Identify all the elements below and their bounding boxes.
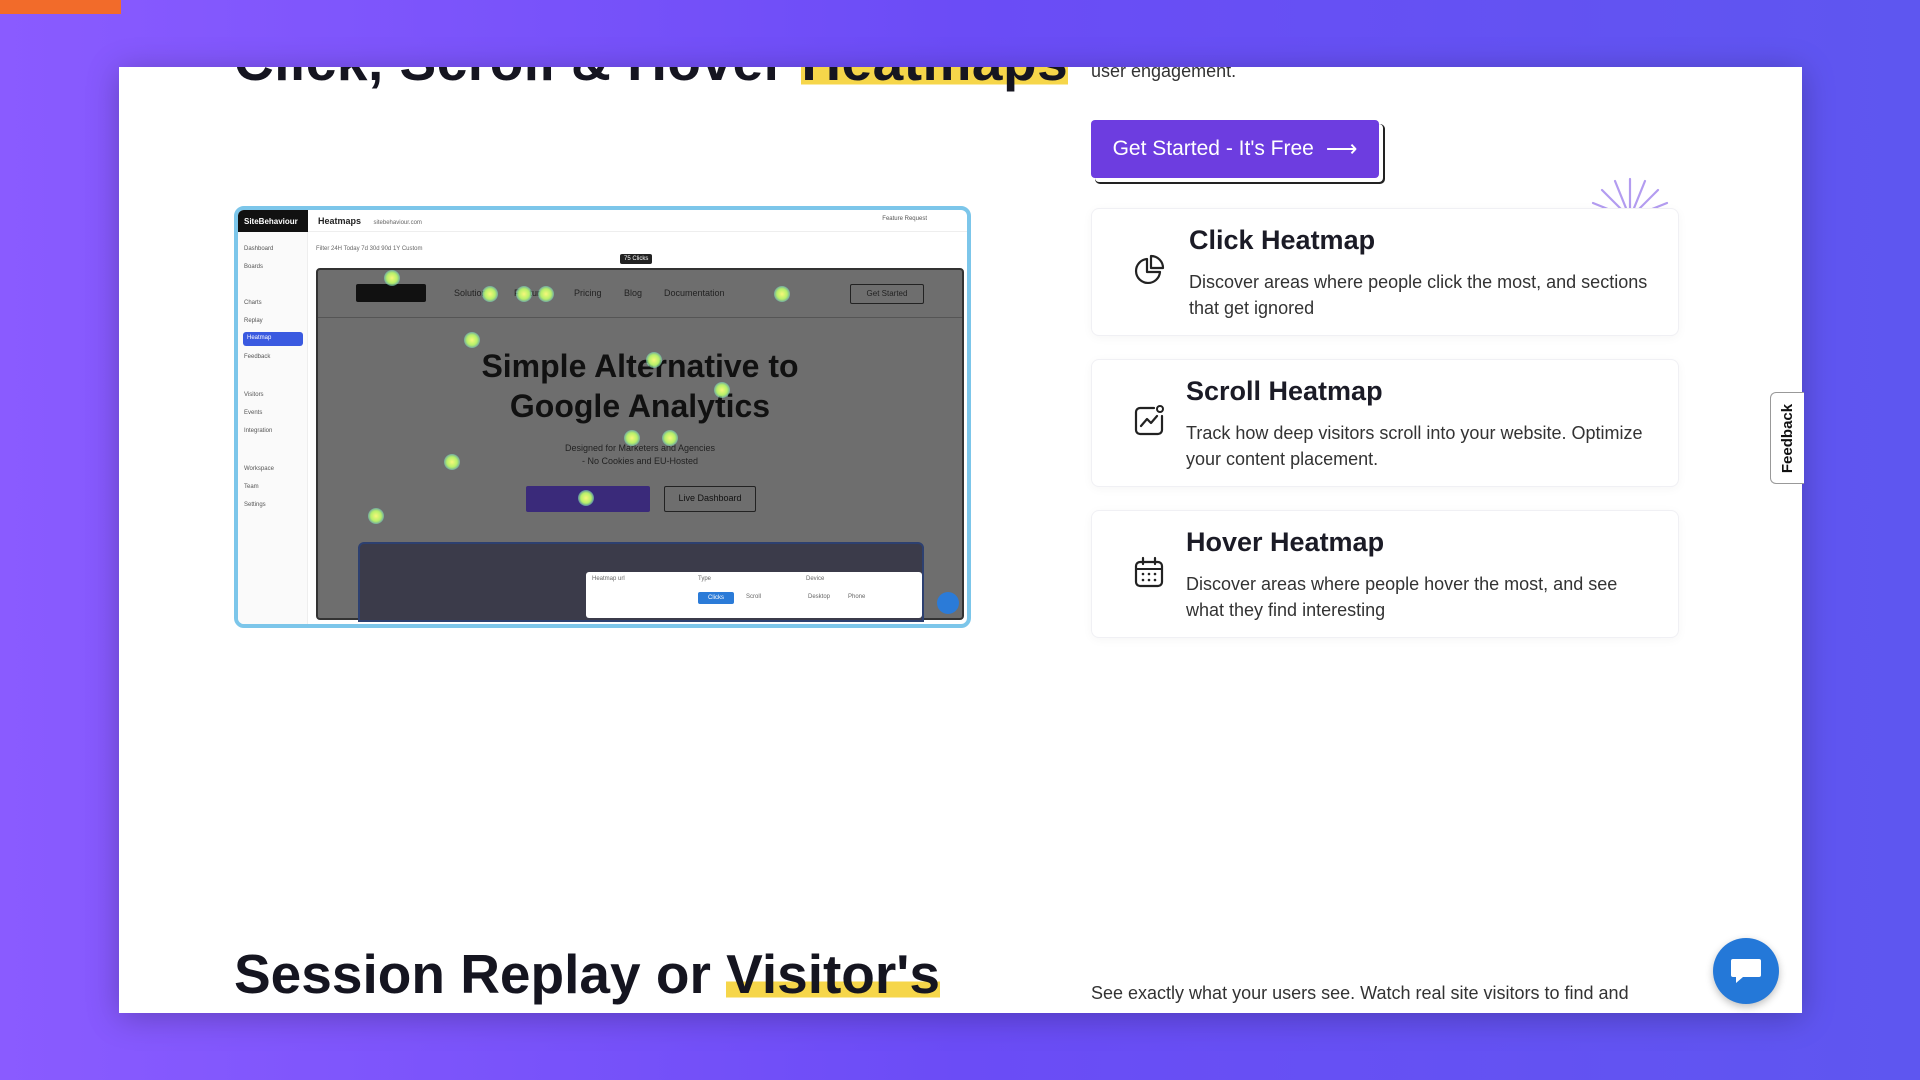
section-heading: Session Replay or Visitor's <box>234 942 940 1006</box>
site-nav-link: Pricing <box>574 288 602 298</box>
heatmap-dot <box>646 352 662 368</box>
section-subtext: user engagement. <box>1091 67 1237 81</box>
card-title: Scroll Heatmap <box>1186 376 1383 406</box>
popup-label: Heatmap url <box>592 576 625 582</box>
feature-card-scroll-heatmap: Scroll Heatmap Track how deep visitors s… <box>1091 359 1679 487</box>
chat-bubble-icon <box>937 592 959 614</box>
site-live-dashboard-button: Live Dashboard <box>664 486 756 512</box>
heatmap-dot <box>662 430 678 446</box>
clicks-tooltip: 75 Clicks <box>620 254 653 264</box>
hero-sub-line: Designed for Marketers and Agencies <box>564 443 716 453</box>
hero-sub-line: - No Cookies and EU-Hosted <box>581 456 699 466</box>
app-page-title: Heatmaps <box>318 216 362 226</box>
sidebar-item: Integration <box>244 428 273 434</box>
arrow-right-icon: ⟶ <box>1325 136 1358 161</box>
calendar-icon <box>1134 556 1164 588</box>
sidebar-item: Settings <box>244 502 266 508</box>
heatmap-dot <box>714 382 730 398</box>
feature-request-pill: Feature Request <box>882 216 927 222</box>
heatmap-dot <box>578 490 594 506</box>
heatmap-dot <box>482 286 498 302</box>
sidebar-item: Charts <box>244 300 262 306</box>
heading-highlight: Heatmaps <box>801 67 1069 92</box>
popup-label: Type <box>698 576 712 582</box>
card-description: Discover areas where people hover the mo… <box>1186 574 1618 620</box>
cta-label: Get Started - It's Free <box>1112 137 1314 160</box>
heatmap-dot <box>624 430 640 446</box>
chat-widget-button[interactable] <box>1713 938 1779 1004</box>
site-hero-subtitle: Designed for Marketers and Agencies - No… <box>318 442 962 468</box>
popup-clicks-toggle: Clicks <box>698 592 734 604</box>
heatmap-dot <box>444 454 460 470</box>
trend-chart-icon <box>1134 405 1164 436</box>
heading-text: Session Replay or <box>234 943 727 1005</box>
sidebar-item: Feedback <box>244 354 271 360</box>
app-logo: SiteBehaviour <box>238 210 308 232</box>
card-description: Track how deep visitors scroll into your… <box>1186 423 1643 469</box>
sidebar-item: Boards <box>244 264 264 270</box>
domain-pill: sitebehaviour.com <box>373 220 422 226</box>
site-nav: Solutions Features Pricing Blog Document… <box>318 270 962 318</box>
section-subtext: See exactly what your users see. Watch r… <box>1091 983 1629 1003</box>
card-description: Discover areas where people click the mo… <box>1189 272 1648 318</box>
sidebar-item: Team <box>244 484 259 490</box>
sidebar-item: Visitors <box>244 392 264 398</box>
app-sidebar: SiteBehaviour Dashboard Boards Charts Re… <box>238 210 308 624</box>
site-nav-link: Documentation <box>664 288 725 298</box>
heatmap-product-screenshot: SiteBehaviour Dashboard Boards Charts Re… <box>234 206 971 628</box>
popup-label: Desktop <box>808 594 831 600</box>
heatmap-dot <box>368 508 384 524</box>
popup-label: Device <box>806 576 825 582</box>
site-logo <box>356 284 426 302</box>
section-heading: Click, Scroll & Hover Heatmaps <box>234 67 1069 93</box>
heatmap-dot <box>464 332 480 348</box>
hero-title-line: Simple Alternative to <box>481 348 799 384</box>
sidebar-item: Replay <box>244 318 263 324</box>
heatmap-dot <box>538 286 554 302</box>
card-title: Click Heatmap <box>1189 225 1376 255</box>
chat-icon <box>1731 959 1761 983</box>
feedback-tab[interactable]: Feedback <box>1770 392 1804 484</box>
heatmap-dot <box>384 270 400 286</box>
site-nav-button: Get Started <box>850 284 924 304</box>
get-started-button[interactable]: Get Started - It's Free ⟶ <box>1091 120 1379 178</box>
popup-label: Scroll <box>746 594 762 600</box>
heading-text: Click, Scroll & Hover <box>234 67 801 92</box>
heatmap-dot <box>516 286 532 302</box>
site-nav-link: Blog <box>624 288 643 298</box>
feature-card-hover-heatmap: Hover Heatmap Discover areas where peopl… <box>1091 510 1679 638</box>
sidebar-item: Dashboard <box>244 246 274 252</box>
feedback-label: Feedback <box>1779 403 1797 473</box>
landing-page: Click, Scroll & Hover Heatmaps user enga… <box>119 67 1802 1013</box>
card-title: Hover Heatmap <box>1186 527 1385 557</box>
heatmap-settings-popup: Heatmap url Type Device Clicks Scroll De… <box>586 572 922 618</box>
app-topbar: Heatmaps sitebehaviour.com Feature Reque… <box>308 210 967 232</box>
popup-label: Phone <box>848 594 866 600</box>
sidebar-item: Heatmap <box>243 332 303 346</box>
hero-title-line: Google Analytics <box>509 388 771 424</box>
site-hero-title: Simple Alternative to Google Analytics <box>318 346 962 426</box>
pie-chart-icon <box>1134 254 1165 285</box>
heatmap-frame: Solutions Features Pricing Blog Document… <box>316 268 964 622</box>
heading-highlight: Visitor's <box>726 943 940 1005</box>
top-progress-bar <box>0 0 121 14</box>
sidebar-item: Events <box>244 410 263 416</box>
feature-card-click-heatmap: Click Heatmap Discover areas where peopl… <box>1091 208 1679 336</box>
sidebar-item: Workspace <box>244 466 274 472</box>
date-filter: Filter 24H Today 7d 30d 90d 1Y Custom <box>316 246 423 252</box>
heatmap-dot <box>774 286 790 302</box>
